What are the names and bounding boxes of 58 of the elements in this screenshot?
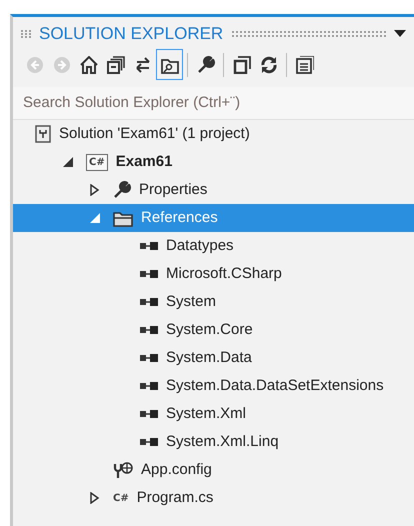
reference-icon: [140, 408, 158, 420]
code-file-icon: C#: [113, 490, 129, 506]
collapsed-arrow-icon[interactable]: [89, 184, 101, 196]
grip-icon: [21, 30, 31, 38]
reference-icon: [140, 268, 158, 280]
tree-item[interactable]: Solution 'Exam61' (1 project): [13, 120, 414, 148]
item-label: References: [141, 208, 218, 228]
reference-icon: [140, 324, 158, 336]
refresh-icon: [260, 56, 278, 74]
folder-search-button[interactable]: [156, 49, 183, 80]
home-icon: [80, 56, 98, 74]
item-label: Exam61: [116, 152, 172, 172]
tree-item[interactable]: C# Exam61: [13, 148, 414, 176]
item-label: Datatypes: [166, 236, 234, 256]
tree-item[interactable]: System.Xml.Linq: [13, 428, 414, 456]
reference-icon: [140, 436, 158, 448]
item-label: System: [166, 292, 216, 312]
reference-icon: [140, 240, 158, 252]
dropdown-icon[interactable]: [394, 30, 406, 38]
item-label: Program.cs: [136, 488, 214, 508]
item-label: System.Core: [166, 320, 253, 340]
tree-item[interactable]: Datatypes: [13, 232, 414, 260]
search-field[interactable]: Search Solution Explorer (Ctrl+¨): [13, 86, 414, 120]
wrench-icon: [196, 56, 214, 74]
stacked-windows-icon: [106, 56, 124, 74]
tree-item[interactable]: C# Program.cs: [13, 484, 414, 512]
item-label: Properties: [139, 180, 208, 200]
reference-icon: [140, 380, 158, 392]
item-label: Microsoft.CSharp: [166, 264, 282, 284]
wrench-icon: [113, 181, 131, 199]
tree-item[interactable]: System.Data: [13, 344, 414, 372]
reference-icon: [140, 296, 158, 308]
back-icon: [26, 56, 44, 74]
tree-item[interactable]: System.Xml: [13, 400, 414, 428]
properties-window-icon: [296, 56, 314, 74]
solution-icon: [35, 125, 51, 143]
collapsed-arrow-icon[interactable]: [89, 492, 101, 504]
stacked-windows-icon: [232, 56, 250, 74]
expanded-arrow-icon[interactable]: [62, 156, 74, 168]
item-label: System.Data.DataSetExtensions: [166, 376, 384, 396]
item-label: System.Xml.Linq: [166, 432, 279, 452]
tree-item[interactable]: System: [13, 288, 414, 316]
item-label: Solution 'Exam61' (1 project): [59, 124, 250, 144]
tree-item[interactable]: Microsoft.CSharp: [13, 260, 414, 288]
item-label: System.Xml: [166, 404, 246, 424]
folder-icon: [113, 209, 133, 227]
project-icon: C#: [86, 154, 108, 170]
tree-item[interactable]: App.config: [13, 456, 414, 484]
panel-title: SOLUTION EXPLORER: [39, 23, 224, 45]
swap-arrows-icon: [134, 56, 152, 74]
item-label: App.config: [141, 460, 212, 480]
item-label: System.Data: [166, 348, 252, 368]
reference-icon: [140, 352, 158, 364]
config-icon: [113, 461, 133, 479]
forward-icon: [52, 56, 70, 74]
tree-item[interactable]: System.Data.DataSetExtensions: [13, 372, 414, 400]
tree-item[interactable]: System.Core: [13, 316, 414, 344]
tree-item[interactable]: Properties: [13, 176, 414, 204]
